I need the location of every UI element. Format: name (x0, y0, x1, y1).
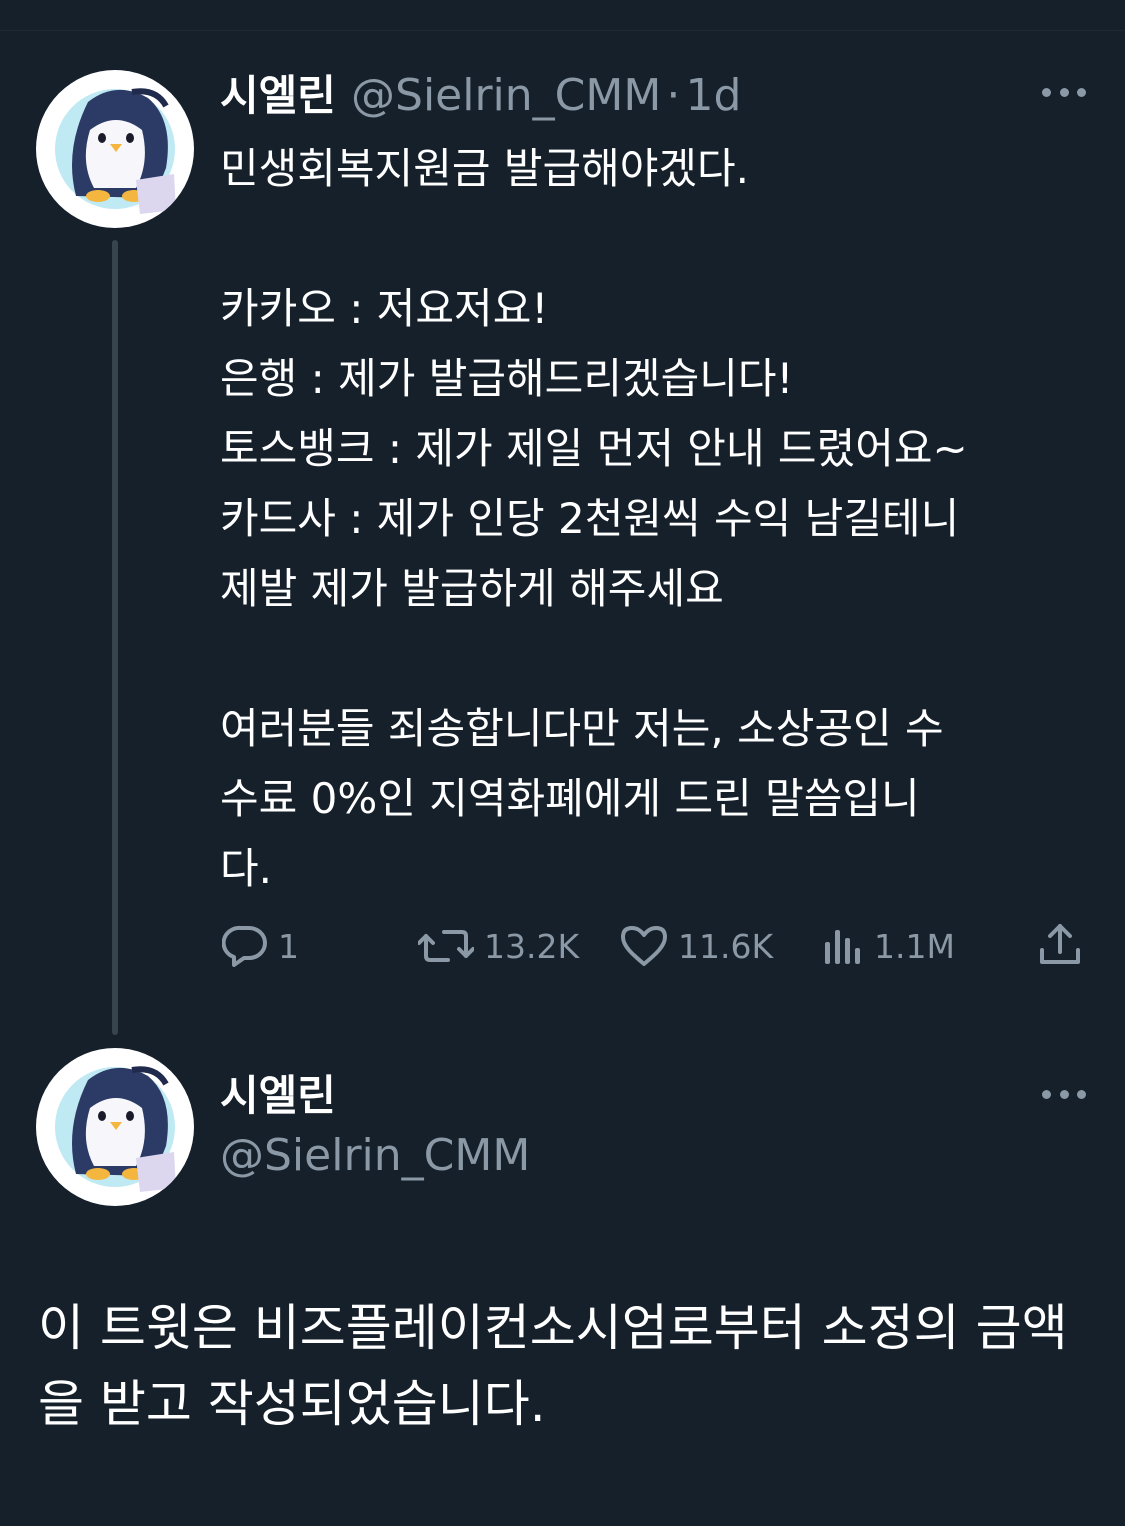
view-count: 1.1M (874, 926, 955, 966)
handle[interactable]: @Sielrin_CMM (220, 1130, 530, 1181)
retweet-count: 13.2K (484, 926, 580, 966)
bar-chart-icon (825, 930, 860, 964)
reply-count: 1 (278, 926, 299, 966)
reply-text: 이 트윗은 비즈플레이컨소시엄로부터 소정의 금액을 받고 작성되었습니다. (38, 1299, 1068, 1433)
speech-bubble-icon (222, 925, 267, 967)
like-count: 11.6K (678, 926, 774, 966)
heart-icon (621, 926, 667, 966)
avatar[interactable] (36, 1048, 194, 1206)
tweet-text: 민생회복지원금 발급해야겠다. 카카오 : 저요저요! 은행 : 제가 발급해드… (220, 144, 968, 893)
tweet-actions: 1 13.2K 11.6K 1.1M (0, 918, 1125, 974)
penguin-avatar-image (55, 88, 176, 214)
views-button[interactable]: 1.1M (822, 924, 955, 968)
like-button[interactable]: 11.6K (620, 924, 773, 968)
top-bar (0, 0, 1125, 31)
retweet-icon (418, 930, 474, 962)
timestamp[interactable]: 1d (686, 70, 742, 121)
tweet-header: 시엘린 @Sielrin_CMM · 1d (220, 62, 741, 123)
avatar[interactable] (36, 70, 194, 228)
display-name[interactable]: 시엘린 (220, 1062, 336, 1123)
separator: · (666, 70, 681, 121)
handle[interactable]: @Sielrin_CMM (351, 70, 661, 121)
display-name[interactable]: 시엘린 (220, 71, 336, 120)
share-button[interactable] (1038, 922, 1082, 968)
retweet-button[interactable]: 13.2K (418, 924, 579, 968)
share-icon (1040, 924, 1080, 964)
reply-button[interactable]: 1 (222, 924, 299, 968)
more-dots-icon[interactable] (1042, 86, 1086, 98)
thread-line (112, 240, 118, 1035)
penguin-avatar-image (55, 1066, 176, 1192)
more-dots-icon[interactable] (1042, 1088, 1086, 1100)
